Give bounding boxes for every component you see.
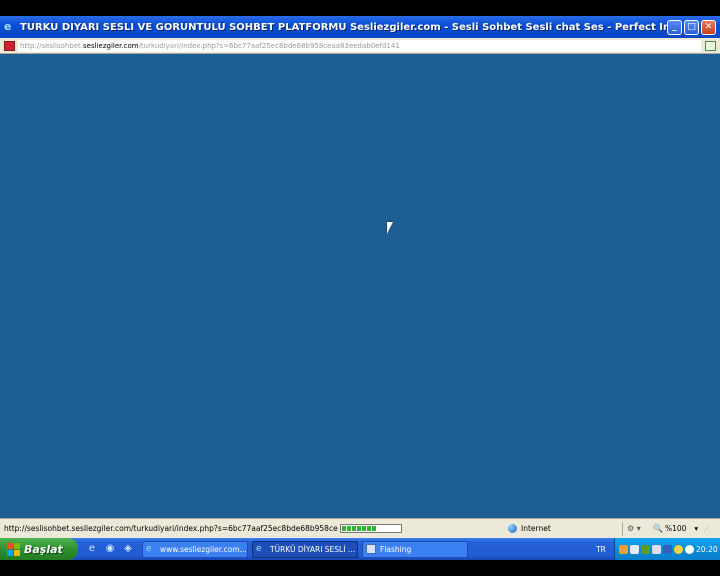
close-button[interactable]: ✕ [701, 19, 716, 35]
progress-bar [340, 524, 402, 533]
windows-logo-icon [7, 542, 20, 556]
media-player-icon[interactable]: ◉ [104, 543, 116, 555]
progress-segment [362, 526, 366, 531]
globe-icon [508, 524, 517, 533]
page-icon [4, 40, 15, 51]
progress-segment [367, 526, 371, 531]
maximize-button[interactable]: □ [684, 19, 699, 35]
address-url[interactable]: http://seslisohbet.sesliezgiler.com/turk… [18, 39, 701, 52]
system-tray: 20:20 [614, 538, 720, 560]
mouse-cursor-icon [387, 222, 393, 234]
start-button[interactable]: Başlat [0, 538, 78, 560]
show-desktop-icon[interactable]: ◈ [122, 543, 134, 555]
internet-explorer-icon: e [256, 544, 262, 554]
protected-mode-icon[interactable]: ⚙ ▾ [627, 524, 653, 533]
taskbar-item[interactable]: e TÜRKÜ DİYARI SESLİ ... [252, 540, 358, 558]
address-bar: http://seslisohbet.sesliezgiler.com/turk… [0, 38, 720, 54]
taskbar-item-label: TÜRKÜ DİYARI SESLİ ... [270, 544, 355, 554]
progress-segment [357, 526, 361, 531]
start-label: Başlat [24, 542, 63, 556]
internet-explorer-icon[interactable]: e [86, 543, 98, 555]
page-info-icon[interactable] [705, 40, 716, 51]
tray-app-icon[interactable] [619, 544, 628, 554]
url-path: /turkudiyari/index.php?s=6bc77aaf25ec8bd… [138, 41, 400, 50]
page-content[interactable] [4, 54, 716, 518]
internet-explorer-icon: e [146, 544, 152, 554]
tray-network-icon[interactable] [641, 544, 650, 554]
zone-label: Internet [521, 524, 551, 533]
zoom-control[interactable]: 🔍 %100 ▾ [653, 524, 703, 533]
status-bar: http://seslisohbet.sesliezgiler.com/turk… [0, 518, 720, 538]
status-url: http://seslisohbet.sesliezgiler.com/turk… [4, 524, 338, 533]
screen: e TÜRKÜ DİYARI SESLİ VE GÖRÜNTÜLÜ SOHBET… [0, 16, 720, 560]
tray-app-icon[interactable] [674, 544, 683, 554]
internet-explorer-icon: e [4, 20, 12, 33]
window-title: TÜRKÜ DİYARI SESLİ VE GÖRÜNTÜLÜ SOHBET P… [20, 21, 667, 33]
resize-grip-icon[interactable]: ⋰ [703, 525, 713, 533]
taskbar-item[interactable]: Flashing [362, 540, 468, 558]
magnifier-icon: 🔍 [653, 524, 663, 533]
taskbar-item[interactable]: e www.sesliezgiler.com... [142, 540, 248, 558]
progress-segment [372, 526, 376, 531]
taskbar: Başlat e ◉ ◈ e www.sesliezgiler.com... e… [0, 538, 720, 560]
progress-segment [342, 526, 346, 531]
tray-app-icon[interactable] [630, 544, 639, 554]
speaker-icon[interactable] [685, 544, 694, 554]
progress-segment [352, 526, 356, 531]
tray-app-icon[interactable] [652, 544, 661, 554]
tray-app-icon[interactable] [663, 544, 672, 554]
quick-launch: e ◉ ◈ [86, 543, 142, 555]
language-indicator[interactable]: TR [588, 545, 614, 554]
taskbar-item-label: www.sesliezgiler.com... [160, 544, 247, 554]
taskbar-item-label: Flashing [380, 544, 412, 554]
security-zone[interactable]: Internet [508, 524, 618, 533]
zoom-level: %100 [664, 524, 687, 533]
window-icon [366, 544, 376, 554]
minimize-button[interactable]: _ [667, 19, 682, 35]
clock[interactable]: 20:20 [696, 545, 718, 554]
progress-segment [347, 526, 351, 531]
url-prefix: http://seslisohbet. [20, 41, 84, 50]
title-bar[interactable]: e TÜRKÜ DİYARI SESLİ VE GÖRÜNTÜLÜ SOHBET… [0, 16, 720, 38]
url-host: sesliezgiler.com [83, 41, 139, 50]
chevron-down-icon: ▾ [694, 524, 699, 533]
